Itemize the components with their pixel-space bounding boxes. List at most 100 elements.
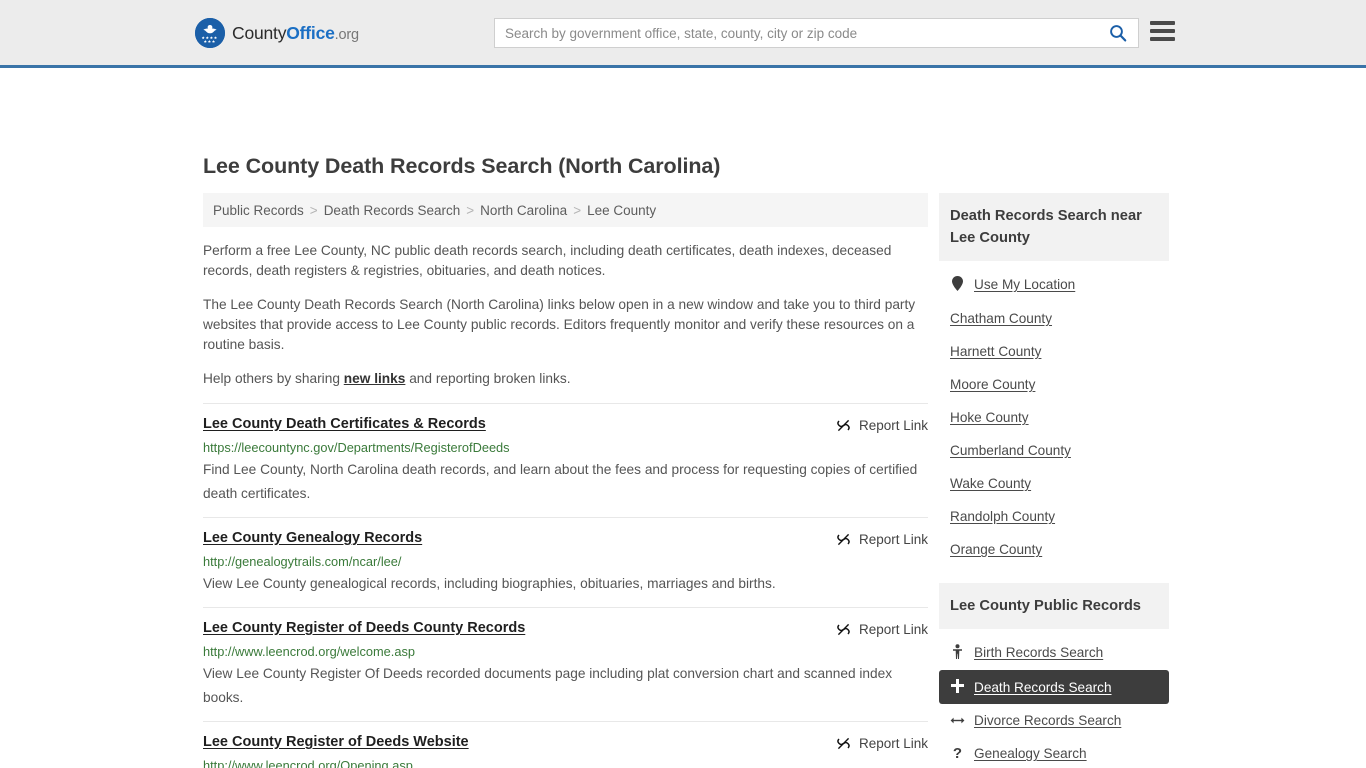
result-url: http://genealogytrails.com/ncar/lee/ — [203, 554, 402, 569]
result-title-link[interactable]: Lee County Genealogy Records — [203, 530, 422, 546]
hamburger-menu-icon[interactable] — [1150, 21, 1175, 41]
site-header: CountyOffice.org — [0, 0, 1366, 68]
broken-link-icon — [837, 623, 850, 636]
report-link-button[interactable]: Report Link — [835, 416, 928, 434]
sidebar-item-birth-records-search[interactable]: Birth Records Search — [939, 635, 1169, 670]
breadcrumb-separator: > — [466, 202, 475, 218]
question-mark-icon: ? — [952, 745, 963, 762]
logo-text-county: County — [232, 22, 287, 43]
result-url: http://www.leencrod.org/welcome.asp — [203, 644, 415, 659]
result-item: Lee County Death Certificates & Records … — [203, 403, 928, 517]
report-link-label: Report Link — [858, 622, 928, 637]
intro-section: Perform a free Lee County, NC public dea… — [203, 227, 928, 389]
page-title: Lee County Death Records Search (North C… — [203, 154, 721, 178]
sidebar: Death Records Search near Lee County Use… — [939, 193, 1169, 768]
sidebar-item-cumberland-county[interactable]: Cumberland County — [939, 434, 1169, 467]
use-my-location-link[interactable]: Use My Location — [974, 277, 1075, 292]
records-link[interactable]: Death Records Search — [974, 680, 1112, 695]
sidebar-item-randolph-county[interactable]: Randolph County — [939, 500, 1169, 533]
report-link-button[interactable]: Report Link — [835, 734, 928, 752]
broken-link-icon — [837, 737, 850, 750]
county-link[interactable]: Hoke County — [950, 410, 1029, 425]
hamburger-bar — [1150, 37, 1175, 41]
county-link[interactable]: Orange County — [950, 542, 1042, 557]
result-header: Lee County Register of Deeds Website Rep… — [203, 734, 928, 752]
intro-p3-after: and reporting broken links. — [405, 371, 571, 386]
result-header: Lee County Register of Deeds County Reco… — [203, 620, 928, 638]
sidebar-item-wake-county[interactable]: Wake County — [939, 467, 1169, 500]
broken-link-icon — [837, 533, 850, 546]
search-bar — [494, 18, 1139, 48]
sidebar-item-moore-county[interactable]: Moore County — [939, 368, 1169, 401]
search-button[interactable] — [1098, 19, 1138, 47]
sidebar-item-divorce-records-search[interactable]: Divorce Records Search — [939, 704, 1169, 737]
hamburger-bar — [1150, 21, 1175, 25]
result-header: Lee County Death Certificates & Records … — [203, 416, 928, 434]
intro-paragraph-3: Help others by sharing new links and rep… — [203, 369, 928, 389]
intro-paragraph-1: Perform a free Lee County, NC public dea… — [203, 243, 892, 278]
result-url: http://www.leencrod.org/Opening.asp — [203, 758, 413, 768]
logo-text-org: .org — [334, 26, 359, 43]
sidebar-item-orange-county[interactable]: Orange County — [939, 533, 1169, 566]
result-description: View Lee County Register Of Deeds record… — [203, 666, 893, 705]
intro-p3-before: Help others by sharing — [203, 371, 344, 386]
records-link[interactable]: Genealogy Search — [974, 746, 1087, 761]
breadcrumb-item-public-records[interactable]: Public Records — [213, 203, 304, 218]
breadcrumb-item-death-records-search[interactable]: Death Records Search — [324, 203, 461, 218]
records-link[interactable]: Divorce Records Search — [974, 713, 1121, 728]
report-link-label: Report Link — [858, 736, 928, 751]
breadcrumb-separator: > — [309, 202, 318, 218]
breadcrumb: Public Records > Death Records Search > … — [203, 193, 928, 227]
intro-paragraph-2: The Lee County Death Records Search (Nor… — [203, 297, 916, 352]
site-logo-text: CountyOffice.org — [232, 23, 359, 44]
nearby-county-list: Use My Location Chatham County Harnett C… — [939, 261, 1169, 566]
eagle-seal-logo-icon — [195, 18, 225, 48]
county-link[interactable]: Harnett County — [950, 344, 1041, 359]
public-records-list: Birth Records Search Death Records Searc… — [939, 629, 1169, 768]
sidebar-item-use-my-location[interactable]: Use My Location — [939, 267, 1169, 302]
sidebar-item-genealogy-search[interactable]: ? Genealogy Search — [939, 737, 1169, 768]
map-pin-icon — [950, 276, 965, 293]
double-arrow-icon — [950, 714, 965, 728]
sidebar-item-chatham-county[interactable]: Chatham County — [939, 302, 1169, 335]
result-item: Lee County Register of Deeds County Reco… — [203, 607, 928, 721]
county-link[interactable]: Cumberland County — [950, 443, 1071, 458]
result-title-link[interactable]: Lee County Death Certificates & Records — [203, 416, 486, 432]
search-input[interactable] — [495, 19, 1098, 47]
result-description: Find Lee County, North Carolina death re… — [203, 462, 918, 501]
result-title-link[interactable]: Lee County Register of Deeds Website — [203, 734, 469, 750]
logo-text-office: Office — [286, 22, 335, 43]
main-content: Public Records > Death Records Search > … — [203, 193, 928, 768]
nearby-searches-heading: Death Records Search near Lee County — [939, 193, 1169, 261]
broken-link-icon — [837, 419, 850, 432]
result-title-link[interactable]: Lee County Register of Deeds County Reco… — [203, 620, 525, 636]
report-link-label: Report Link — [858, 418, 928, 433]
result-item: Lee County Genealogy Records Report Link… — [203, 517, 928, 607]
hamburger-bar — [1150, 29, 1175, 33]
result-header: Lee County Genealogy Records Report Link — [203, 530, 928, 548]
report-link-button[interactable]: Report Link — [835, 530, 928, 548]
report-link-button[interactable]: Report Link — [835, 620, 928, 638]
new-links-link[interactable]: new links — [344, 371, 406, 386]
result-item: Lee County Register of Deeds Website Rep… — [203, 721, 928, 768]
result-url: https://leecountync.gov/Departments/Regi… — [203, 440, 510, 455]
sidebar-item-death-records-search[interactable]: Death Records Search — [939, 670, 1169, 704]
breadcrumb-separator: > — [573, 202, 582, 218]
breadcrumb-item-lee-county[interactable]: Lee County — [587, 203, 656, 218]
cross-icon — [950, 679, 965, 695]
county-link[interactable]: Randolph County — [950, 509, 1055, 524]
records-link[interactable]: Birth Records Search — [974, 645, 1103, 660]
breadcrumb-item-north-carolina[interactable]: North Carolina — [480, 203, 567, 218]
county-link[interactable]: Moore County — [950, 377, 1035, 392]
county-link[interactable]: Chatham County — [950, 311, 1052, 326]
baby-icon — [950, 644, 965, 661]
sidebar-item-harnett-county[interactable]: Harnett County — [939, 335, 1169, 368]
county-link[interactable]: Wake County — [950, 476, 1031, 491]
search-icon — [1110, 25, 1127, 42]
site-logo[interactable]: CountyOffice.org — [195, 18, 359, 48]
public-records-heading: Lee County Public Records — [939, 583, 1169, 629]
report-link-label: Report Link — [858, 532, 928, 547]
sidebar-item-hoke-county[interactable]: Hoke County — [939, 401, 1169, 434]
result-description: View Lee County genealogical records, in… — [203, 576, 776, 591]
